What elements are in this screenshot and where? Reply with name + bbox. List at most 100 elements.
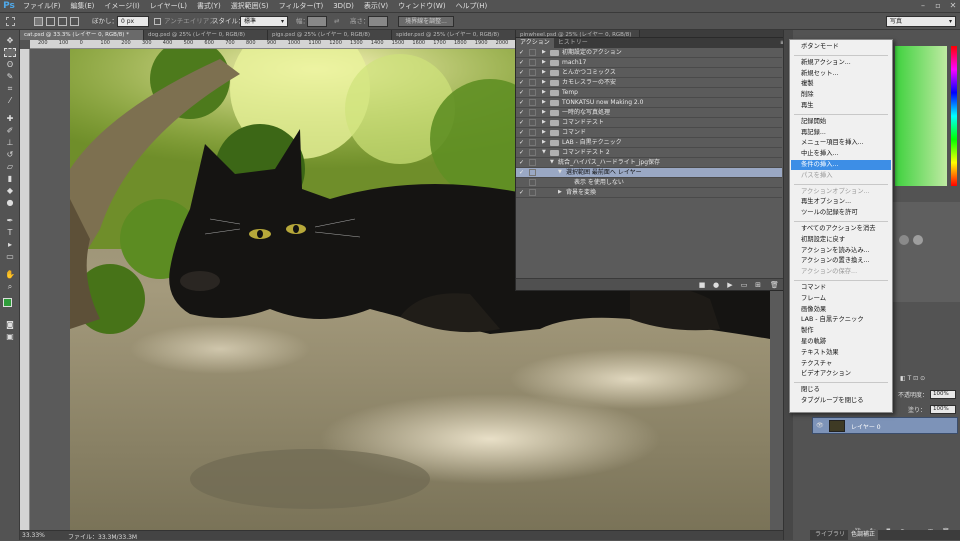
menu-window[interactable]: ウィンドウ(W): [393, 1, 450, 11]
expand-open-icon[interactable]: ▼: [558, 168, 562, 177]
toggle-check-icon[interactable]: ✓: [519, 188, 527, 197]
dialog-toggle-icon[interactable]: [529, 159, 536, 166]
type-tool-icon[interactable]: T: [4, 228, 16, 237]
toggle-check-icon[interactable]: ✓: [519, 158, 527, 167]
move-tool-icon[interactable]: ✥: [4, 36, 16, 45]
dialog-toggle-icon[interactable]: [529, 169, 536, 176]
toggle-check-icon[interactable]: ✓: [519, 168, 527, 177]
toggle-check-icon[interactable]: ✓: [519, 148, 527, 157]
expand-icon[interactable]: ▶: [542, 68, 546, 77]
toggle-check-icon[interactable]: ✓: [519, 48, 527, 57]
flyout-menu-item[interactable]: アクションの置き換え...: [791, 256, 891, 266]
dialog-toggle-icon[interactable]: [529, 109, 536, 116]
brush-preset-icon[interactable]: [899, 235, 909, 245]
dialog-toggle-icon[interactable]: [529, 99, 536, 106]
action-row[interactable]: ✓ ▶ カモレスラーの不安: [516, 78, 782, 88]
flyout-menu-item[interactable]: 初期設定に戻す: [791, 235, 891, 245]
action-row[interactable]: ✓ ▶ コマンド: [516, 128, 782, 138]
expand-icon[interactable]: ▶: [558, 188, 562, 197]
clone-stamp-tool-icon[interactable]: ⊥: [4, 138, 16, 147]
lasso-tool-icon[interactable]: ʘ: [4, 60, 16, 69]
tab-cat[interactable]: cat.psd @ 33.3% (レイヤー 0, RGB/8) *: [20, 30, 144, 40]
close-icon[interactable]: ✕: [946, 1, 960, 11]
dialog-toggle-icon[interactable]: [529, 149, 536, 156]
maximize-icon[interactable]: ▫: [931, 1, 945, 11]
menu-help[interactable]: ヘルプ(H): [451, 1, 493, 11]
action-row[interactable]: 表示 を使用しない: [516, 178, 782, 188]
refine-edge-button[interactable]: 境界線を調整...: [398, 16, 454, 27]
flyout-menu-item[interactable]: フレーム: [791, 294, 891, 304]
flyout-menu-item[interactable]: 記録開始: [791, 117, 891, 127]
action-row[interactable]: ✓ ▶ 背景を変換: [516, 188, 782, 198]
trash-icon[interactable]: 🗑: [770, 281, 779, 289]
dialog-toggle-icon[interactable]: [529, 139, 536, 146]
path-select-tool-icon[interactable]: ▸: [4, 240, 16, 249]
expand-icon[interactable]: ▶: [542, 118, 546, 127]
expand-icon[interactable]: ▶: [542, 78, 546, 87]
toggle-check-icon[interactable]: ✓: [519, 78, 527, 87]
fill-input[interactable]: 100%: [930, 405, 956, 414]
flyout-menu-item[interactable]: 新規アクション...: [791, 58, 891, 68]
style-select[interactable]: 標準 ▾: [240, 16, 288, 27]
action-row[interactable]: ✓ ▶ TONKATSU now Making 2.0: [516, 98, 782, 108]
flyout-menu-item[interactable]: コマンド: [791, 283, 891, 293]
action-row[interactable]: ✓ ▶ LAB - 自黒テクニック: [516, 138, 782, 148]
expand-icon[interactable]: ▶: [542, 128, 546, 137]
menu-type[interactable]: 書式(Y): [192, 1, 226, 11]
menu-edit[interactable]: 編集(E): [66, 1, 100, 11]
dialog-toggle-icon[interactable]: [529, 89, 536, 96]
tab-adjustments[interactable]: 色調補正: [848, 530, 879, 540]
flyout-menu-item[interactable]: 複製: [791, 79, 891, 89]
play-icon[interactable]: ▶: [726, 281, 734, 289]
new-selection-icon[interactable]: [34, 17, 43, 26]
filter-icons[interactable]: ◧ T ⊡ ⊙: [900, 375, 925, 382]
flyout-menu-item[interactable]: 再生オプション...: [791, 197, 891, 207]
flyout-menu-item[interactable]: メニュー項目を挿入...: [791, 138, 891, 148]
eyedropper-tool-icon[interactable]: ⁄: [4, 96, 16, 105]
toggle-check-icon[interactable]: ✓: [519, 58, 527, 67]
dialog-toggle-icon[interactable]: [529, 119, 536, 126]
crop-tool-icon[interactable]: ⌗: [4, 84, 16, 93]
antialias-checkbox[interactable]: [154, 18, 161, 25]
tab-pigs[interactable]: pigs.psd @ 25% (レイヤー 0, RGB/8): [268, 30, 392, 40]
action-row[interactable]: ✓ ▼ コマンドテスト 2: [516, 148, 782, 158]
menu-view[interactable]: 表示(V): [359, 1, 393, 11]
tab-libraries[interactable]: ライブラリ: [812, 530, 848, 540]
tab-actions[interactable]: アクション: [516, 38, 554, 48]
pen-tool-icon[interactable]: ✒: [4, 216, 16, 225]
hand-tool-icon[interactable]: ✋: [4, 270, 16, 279]
eraser-tool-icon[interactable]: ▱: [4, 162, 16, 171]
menu-3d[interactable]: 3D(D): [328, 2, 359, 10]
expand-icon[interactable]: ▶: [542, 138, 546, 147]
toggle-check-icon[interactable]: ✓: [519, 98, 527, 107]
zoom-tool-icon[interactable]: ⌕: [4, 282, 16, 291]
brush-preset-icon[interactable]: [913, 235, 923, 245]
flyout-menu-item[interactable]: ボタンモード: [791, 42, 891, 52]
flyout-menu-item[interactable]: 新規セット...: [791, 69, 891, 79]
action-row[interactable]: ✓ ▶ 初期設定のアクション: [516, 48, 782, 58]
new-action-icon[interactable]: ⊞: [754, 281, 762, 289]
eye-icon[interactable]: 👁: [816, 422, 824, 429]
expand-icon[interactable]: ▶: [542, 88, 546, 97]
toggle-check-icon[interactable]: ✓: [519, 118, 527, 127]
expand-icon[interactable]: ▶: [542, 48, 546, 57]
hue-slider[interactable]: [951, 46, 957, 186]
feather-input[interactable]: 0 px: [117, 16, 149, 27]
brush-tool-icon[interactable]: ✐: [4, 126, 16, 135]
expand-icon[interactable]: ▶: [542, 108, 546, 117]
action-row[interactable]: ✓ ▶ mach17: [516, 58, 782, 68]
flyout-menu-item[interactable]: すべてのアクションを消去: [791, 224, 891, 234]
history-brush-tool-icon[interactable]: ↺: [4, 150, 16, 159]
dialog-toggle-icon[interactable]: [529, 79, 536, 86]
tab-history[interactable]: ヒストリー: [554, 38, 592, 48]
flyout-menu-item[interactable]: 中止を挿入...: [791, 149, 891, 159]
dialog-toggle-icon[interactable]: [529, 49, 536, 56]
stop-icon[interactable]: ■: [698, 281, 706, 289]
menu-filter[interactable]: フィルター(T): [274, 1, 329, 11]
new-set-icon[interactable]: ▭: [740, 281, 748, 289]
menu-layer[interactable]: レイヤー(L): [145, 1, 192, 11]
flyout-menu-item[interactable]: LAB - 自黒テクニック: [791, 315, 891, 325]
dialog-toggle-icon[interactable]: [529, 189, 536, 196]
flyout-menu-item[interactable]: 再生: [791, 101, 891, 111]
healing-brush-tool-icon[interactable]: ✚: [4, 114, 16, 123]
